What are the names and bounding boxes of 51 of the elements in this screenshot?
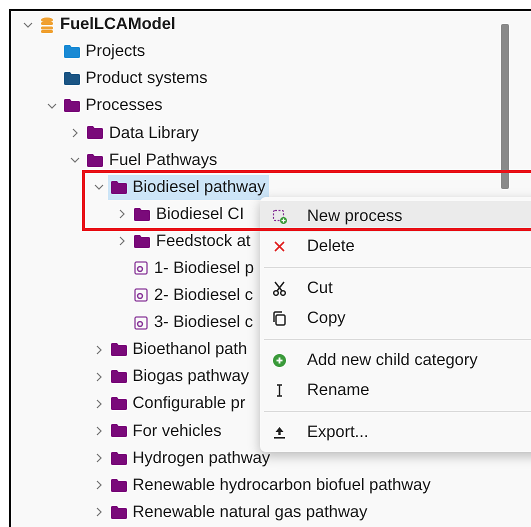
menu-item[interactable]: Delete	[260, 232, 531, 262]
tree-item[interactable]: Product systems	[60, 66, 210, 92]
upload-icon	[272, 424, 287, 440]
tree-item[interactable]: 3- Biodiesel c	[131, 310, 256, 336]
menu-item[interactable]: Rename	[260, 376, 531, 406]
chevron-right-icon[interactable]	[94, 426, 104, 436]
chevron-right-icon[interactable]	[94, 372, 104, 382]
chevron-right-icon[interactable]	[94, 398, 104, 409]
close-icon	[272, 239, 287, 254]
chevron-right-icon[interactable]	[117, 209, 127, 220]
tree-item[interactable]: Biodiesel pathway	[108, 174, 268, 200]
menu-item[interactable]: Cut	[260, 273, 531, 304]
tree-item[interactable]: Bioethanol path	[108, 337, 250, 362]
tree-item[interactable]: Data Library	[84, 120, 202, 146]
menu-item[interactable]: Export...	[260, 417, 531, 448]
tree-item[interactable]: Biodiesel CI	[131, 202, 248, 227]
tree-item[interactable]: 2- Biodiesel c	[131, 282, 256, 308]
tree-item[interactable]: Processes	[60, 93, 166, 118]
tree-item[interactable]: Renewable natural gas pathway	[108, 500, 370, 525]
new-process-icon	[272, 208, 287, 224]
tree-item[interactable]: For vehicles	[108, 418, 224, 444]
tree-item[interactable]: Projects	[60, 39, 148, 64]
chevron-down-icon[interactable]	[23, 20, 33, 30]
tree-item[interactable]: Hydrogen pathway	[108, 446, 274, 471]
tree-item[interactable]: Fuel Pathways	[84, 148, 220, 173]
chevron-down-icon[interactable]	[46, 100, 56, 111]
tree-item[interactable]: Feedstock at	[131, 228, 254, 254]
tree-item[interactable]: Biogas pathway	[108, 364, 252, 390]
tree-item[interactable]: 1- Biodiesel p	[131, 256, 257, 281]
chevron-down-icon[interactable]	[70, 155, 80, 166]
tree-item[interactable]: Renewable hydrocarbon biofuel pathway	[108, 472, 434, 498]
chevron-right-icon[interactable]	[70, 128, 80, 138]
process-icon	[134, 261, 148, 276]
chevron-down-icon[interactable]	[94, 182, 104, 192]
tree-item[interactable]: Configurable pr	[108, 391, 248, 416]
plus-circle-icon	[272, 352, 287, 368]
menu-item[interactable]: New process	[260, 201, 531, 232]
copy-icon	[272, 311, 287, 326]
chevron-right-icon[interactable]	[94, 453, 104, 464]
process-icon	[134, 316, 148, 330]
chevron-right-icon[interactable]	[117, 236, 127, 246]
scrollbar-thumb[interactable]	[501, 24, 509, 189]
chevron-right-icon[interactable]	[94, 507, 104, 518]
process-icon	[134, 288, 148, 302]
database-icon	[40, 16, 54, 33]
chevron-right-icon[interactable]	[94, 480, 104, 490]
chevron-right-icon[interactable]	[94, 344, 104, 355]
menu-item[interactable]: Add new child category	[260, 345, 531, 376]
scissors-icon	[272, 280, 287, 296]
tree-item[interactable]: FuelLCAModel	[37, 12, 178, 38]
menu-item[interactable]: Copy	[260, 304, 531, 334]
